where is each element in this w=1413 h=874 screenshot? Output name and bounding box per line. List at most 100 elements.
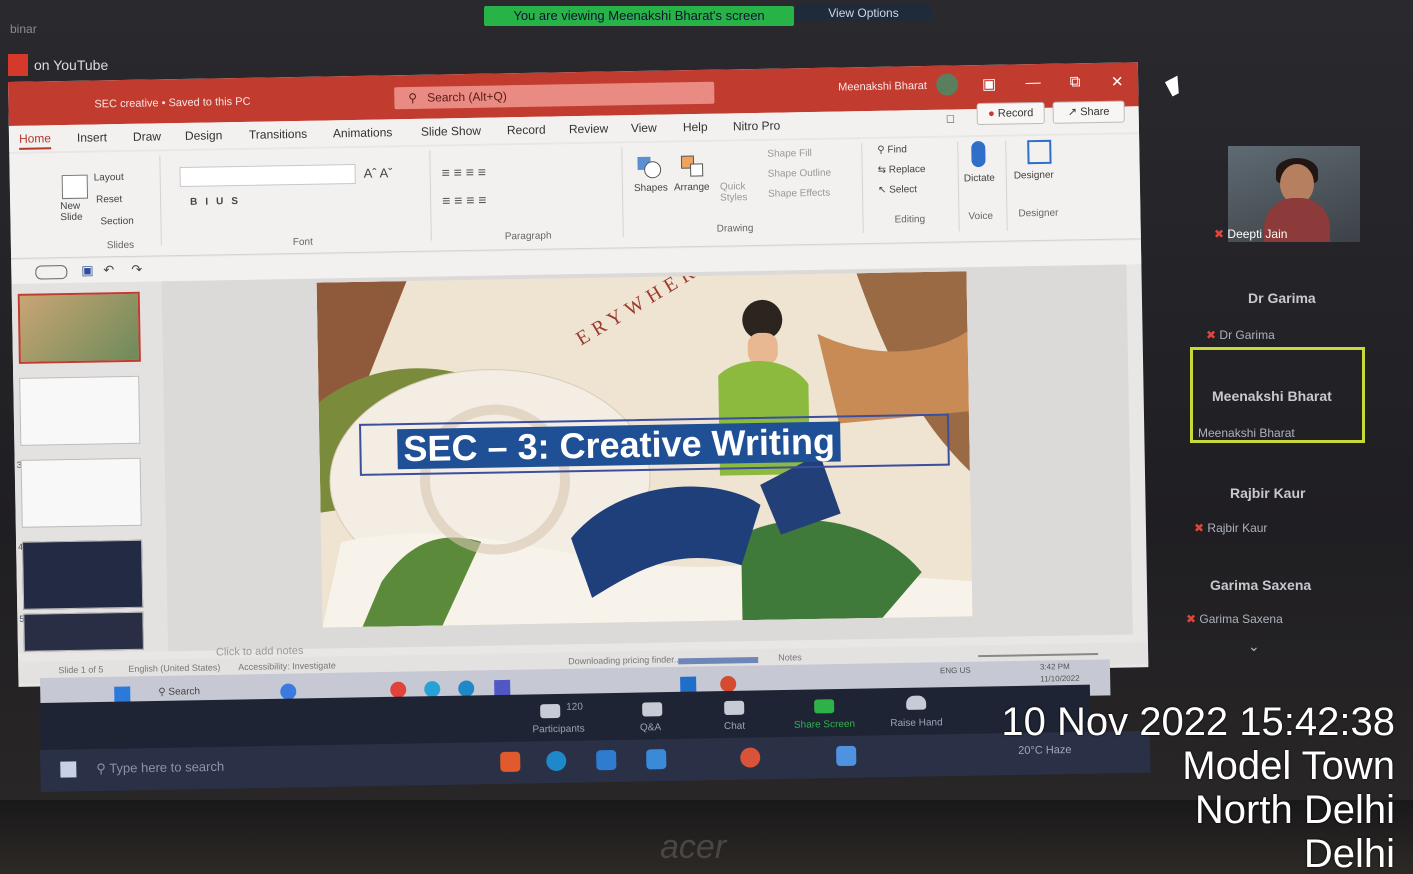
arrange-icon[interactable] [679, 154, 705, 178]
slide-thumbnail[interactable] [20, 457, 142, 528]
tab-insert[interactable]: Insert [77, 130, 107, 145]
close-icon[interactable]: ✕ [1104, 72, 1130, 91]
edge-icon[interactable] [546, 750, 567, 772]
notes-button[interactable]: Notes [778, 652, 802, 662]
tab-review[interactable]: Review [569, 122, 609, 137]
autosave-toggle[interactable] [35, 264, 68, 280]
view-options-button[interactable]: View Options [796, 4, 931, 22]
font-format-icons[interactable]: BIUS [190, 196, 246, 208]
participant-name[interactable]: Meenakshi Bharat [1212, 388, 1332, 404]
tab-transitions[interactable]: Transitions [249, 127, 307, 142]
chrome-icon[interactable] [390, 681, 407, 698]
current-slide[interactable]: ERYWHERE SEC – 3: Creative Writing [316, 271, 973, 628]
raise-hand-button[interactable]: Raise Hand [876, 717, 956, 729]
slide-thumbnail[interactable] [19, 375, 141, 446]
tab-home[interactable]: Home [18, 131, 52, 150]
language-status[interactable]: English (United States) [128, 662, 220, 674]
new-slide-button[interactable]: New Slide [60, 200, 96, 223]
layout-button[interactable]: Layout [94, 172, 124, 184]
participant-name[interactable]: Garima Saxena [1210, 577, 1311, 593]
replace-button[interactable]: ⇆ Replace [878, 164, 926, 176]
tab-record[interactable]: Record [507, 123, 546, 138]
slide-title[interactable]: SEC – 3: Creative Writing [397, 421, 842, 470]
taskbar-search-field[interactable]: ⚲ Type here to search [96, 753, 346, 781]
tab-draw[interactable]: Draw [133, 129, 161, 143]
chat-button[interactable]: Chat [712, 720, 756, 732]
chrome-icon[interactable] [740, 747, 761, 768]
comments-icon[interactable]: □ [947, 111, 954, 125]
shape-outline-button[interactable]: Shape Outline [768, 168, 832, 180]
save-icon[interactable]: ▣ [81, 263, 94, 279]
raise-hand-icon[interactable] [906, 695, 927, 710]
store-icon[interactable] [596, 749, 617, 771]
share-screen-icon[interactable] [814, 699, 835, 714]
powerpoint-icon[interactable] [720, 675, 737, 693]
section-button[interactable]: Section [100, 216, 134, 228]
share-button[interactable]: ↗ Share [1052, 100, 1125, 124]
office-icon[interactable] [500, 751, 521, 772]
designer-icon[interactable] [1027, 139, 1052, 165]
shapes-icon[interactable] [635, 155, 662, 179]
chat-app-icon[interactable] [280, 683, 297, 700]
maximize-icon[interactable]: ⧉ [1062, 73, 1088, 90]
dictate-button[interactable]: Dictate [964, 173, 995, 185]
designer-button[interactable]: Designer [1014, 170, 1054, 182]
tab-design[interactable]: Design [185, 128, 223, 143]
tab-help[interactable]: Help [683, 120, 708, 134]
skype-icon[interactable] [424, 681, 441, 698]
select-button[interactable]: ↖ Select [878, 184, 917, 196]
mail-icon[interactable] [646, 749, 667, 770]
qa-icon[interactable] [642, 702, 663, 717]
youtube-label[interactable]: on YouTube [34, 57, 108, 73]
font-size-icons[interactable]: Aˆ Aˇ [364, 165, 393, 181]
chat-icon[interactable] [724, 700, 745, 716]
slide-thumbnail[interactable] [17, 291, 141, 364]
shape-fill-button[interactable]: Shape Fill [767, 148, 812, 160]
participants-icon[interactable] [540, 703, 561, 719]
list-bullets-icon[interactable]: ≡ ≡ ≡ ≡ [442, 164, 487, 181]
tab-animations[interactable]: Animations [333, 125, 393, 140]
taskbar-date[interactable]: 11/10/2022 [1040, 674, 1080, 684]
participant-name[interactable]: Rajbir Kaur [1230, 485, 1305, 501]
participants-button[interactable]: Participants [518, 723, 598, 735]
redo-icon[interactable]: ↷ [131, 262, 142, 278]
slide-thumbnail[interactable] [23, 611, 144, 652]
arrange-button[interactable]: Arrange [674, 182, 710, 194]
edge-icon[interactable] [458, 680, 475, 697]
participant-name[interactable]: Dr Garima [1248, 290, 1316, 306]
language-indicator[interactable]: ENG US [940, 666, 971, 676]
zoom-slider[interactable] [978, 653, 1099, 658]
undo-icon[interactable]: ↶ [103, 262, 114, 278]
start-icon[interactable] [114, 686, 131, 703]
start-icon[interactable] [60, 761, 77, 778]
align-icons[interactable]: ≡ ≡ ≡ ≡ [442, 192, 487, 209]
taskbar-search[interactable]: ⚲ Search [158, 686, 200, 698]
reset-button[interactable]: Reset [96, 194, 122, 205]
microphone-icon[interactable] [971, 140, 986, 168]
record-button[interactable]: ● Record [976, 101, 1045, 126]
tab-slide-show[interactable]: Slide Show [421, 124, 481, 139]
font-name-field[interactable] [179, 163, 356, 188]
share-screen-button[interactable]: Share Screen [784, 719, 864, 731]
new-slide-icon[interactable] [61, 174, 89, 200]
weather-widget[interactable]: 20°C Haze [1018, 744, 1072, 757]
tab-view[interactable]: View [631, 121, 657, 135]
accessibility-status[interactable]: Accessibility: Investigate [238, 660, 336, 672]
taskbar-time[interactable]: 3:42 PM [1040, 662, 1070, 672]
minimize-icon[interactable]: — [1020, 74, 1046, 91]
slide-thumbnail[interactable] [22, 539, 144, 610]
word-icon[interactable] [680, 676, 697, 693]
chevron-down-icon[interactable]: ⌄ [1248, 638, 1260, 655]
shape-effects-button[interactable]: Shape Effects [768, 188, 830, 200]
quick-styles-button[interactable]: Quick Styles [720, 181, 750, 203]
ribbon-display-icon[interactable]: ▣ [976, 75, 1002, 93]
location-line: North Delhi [1194, 788, 1395, 832]
find-button[interactable]: ⚲ Find [877, 144, 907, 156]
user-name[interactable]: Meenakshi Bharat [838, 80, 927, 94]
tab-nitro-pro[interactable]: Nitro Pro [733, 119, 781, 134]
screen-share-banner: You are viewing Meenakshi Bharat's scree… [484, 6, 794, 26]
zoom-app-icon[interactable] [836, 745, 857, 767]
teams-icon[interactable] [494, 679, 511, 697]
qa-button[interactable]: Q&A [630, 722, 670, 734]
shapes-button[interactable]: Shapes [634, 183, 668, 195]
